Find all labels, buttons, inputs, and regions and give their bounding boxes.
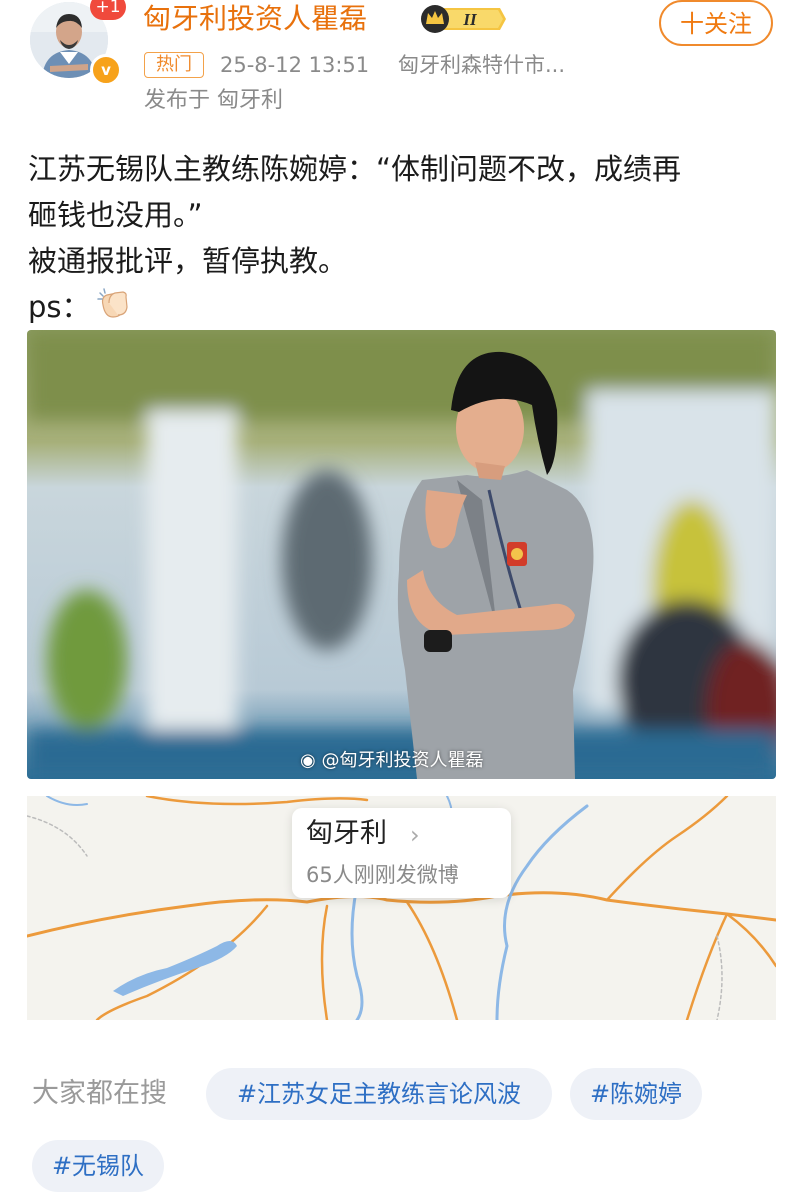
- coach-photo-image: [27, 330, 776, 779]
- post-line: 砸钱也没用。”: [28, 198, 203, 232]
- map-place-name[interactable]: 匈牙利: [306, 814, 387, 854]
- post-timestamp: 25-8-12 13:51: [220, 53, 370, 77]
- hot-search-tag[interactable]: #江苏女足主教练言论风波: [206, 1068, 552, 1120]
- ps-label: ps：: [28, 290, 91, 324]
- post-photo[interactable]: [27, 330, 776, 779]
- verified-badge-icon: v: [90, 54, 122, 86]
- chevron-right-icon: ›: [410, 821, 420, 849]
- notification-badge: +1: [90, 0, 126, 20]
- map-post-count: 65人刚刚发微博: [306, 863, 459, 887]
- hot-tag: 热门: [144, 52, 204, 78]
- hot-search-tag[interactable]: #无锡队: [32, 1140, 164, 1192]
- follow-button[interactable]: 十关注: [659, 0, 773, 46]
- clapping-hands-icon: [96, 286, 131, 332]
- weibo-logo-icon: ◉: [300, 750, 316, 771]
- watermark-text: @匈牙利投资人瞿磊: [321, 750, 484, 771]
- post-body: 江苏无锡队主教练陈婉婷：“体制问题不改，成绩再 砸钱也没用。” 被通报批评，暂停…: [28, 146, 780, 332]
- photo-watermark: ◉ @匈牙利投资人瞿磊: [300, 746, 483, 772]
- hot-search-tag[interactable]: #陈婉婷: [570, 1068, 702, 1120]
- published-in: 发布于 匈牙利: [144, 88, 283, 113]
- post-line: 被通报批评，暂停执教。: [28, 244, 348, 278]
- username[interactable]: 匈牙利投资人瞿磊: [143, 2, 367, 36]
- post-line: 江苏无锡队主教练陈婉婷：“体制问题不改，成绩再: [28, 152, 682, 186]
- crown-level-badge: II: [420, 4, 506, 34]
- post-location[interactable]: 匈牙利森特什市...: [398, 50, 565, 80]
- hot-search-label: 大家都在搜: [32, 1078, 167, 1109]
- level-text: II: [462, 10, 478, 29]
- post-ps-line: ps：: [28, 284, 780, 332]
